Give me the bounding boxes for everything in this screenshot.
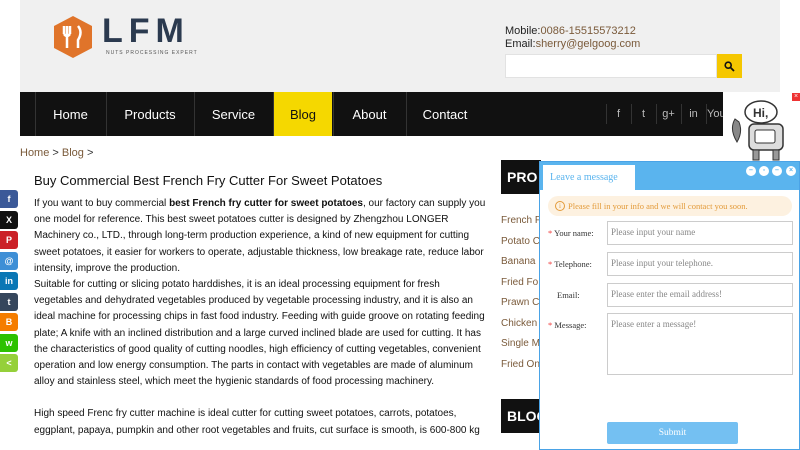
x-icon[interactable]: X [0, 210, 18, 229]
chat-mascot-widget[interactable]: Hi, [725, 94, 800, 164]
sidebar-item[interactable]: Fried On [501, 359, 539, 380]
article-paragraph: If you want to buy commercial best Frenc… [34, 196, 486, 277]
linkedin-icon[interactable]: in [681, 104, 705, 124]
tumblr-icon[interactable]: t [0, 292, 18, 311]
required-mark: * [548, 320, 553, 330]
name-label-text: Your name: [554, 228, 594, 238]
minimize-icon[interactable]: – [746, 166, 756, 176]
breadcrumb-separator: > [83, 147, 94, 159]
sidebar-item[interactable]: French F [501, 215, 539, 236]
close-widget-icon[interactable]: × [792, 93, 800, 101]
twitter-icon[interactable]: t [631, 104, 655, 124]
breadcrumb-home[interactable]: Home [20, 147, 49, 159]
chat-tab-leave-message[interactable]: Leave a message [543, 165, 635, 190]
telephone-field[interactable]: Please input your telephone. [607, 252, 793, 276]
required-mark: * [548, 228, 553, 238]
chat-header: Leave a message – ▫ – × [540, 162, 799, 190]
sidebar-item[interactable]: Banana [501, 256, 539, 277]
page-title: Buy Commercial Best French Fry Cutter Fo… [34, 173, 383, 188]
wechat-icon[interactable]: w [0, 333, 18, 352]
contact-info: Mobile:0086-15515573212 Email:sherry@gel… [505, 25, 640, 51]
article-paragraph: High speed Frenc fry cutter machine is i… [34, 408, 480, 436]
sidebar-item[interactable]: Fried Fo [501, 277, 539, 298]
required-mark: * [548, 259, 553, 269]
social-share-bar: f X P @ in t Bw < [0, 190, 18, 375]
nav-home[interactable]: Home [35, 92, 105, 136]
nav-blog[interactable]: Blog [273, 92, 332, 136]
breadcrumb-blog[interactable]: Blog [62, 147, 84, 159]
site-logo[interactable]: LFM NUTS PROCESSING EXPERT [50, 12, 210, 62]
nav-products[interactable]: Products [106, 92, 193, 136]
site-header: LFM NUTS PROCESSING EXPERT Mobile:0086-1… [20, 0, 780, 92]
leave-message-panel: Leave a message – ▫ – × i Please fill in… [539, 161, 800, 450]
submit-button[interactable]: Submit [607, 422, 738, 444]
article-paragraph: Suitable for cutting or slicing potato h… [34, 279, 485, 388]
nav-contact[interactable]: Contact [406, 92, 483, 136]
pinterest-icon[interactable]: P [0, 231, 18, 249]
telephone-label: * Telephone: [548, 259, 604, 269]
search-button[interactable] [717, 54, 742, 78]
message-label-text: Message: [554, 320, 587, 330]
google-plus-icon[interactable]: g+ [656, 104, 680, 124]
share-icon[interactable]: < [0, 354, 18, 372]
name-field[interactable]: Please input your name [607, 221, 793, 245]
info-icon: i [555, 201, 565, 211]
logo-tagline: NUTS PROCESSING EXPERT [106, 50, 198, 56]
paragraph-bold-text: best French fry cutter for sweet potatoe… [169, 198, 363, 209]
blogger-icon[interactable]: B [0, 313, 18, 331]
youtube-icon[interactable]: You [706, 104, 723, 124]
message-field[interactable]: Please enter a message! [607, 313, 793, 375]
sidebar-item[interactable]: Chicken [501, 318, 539, 339]
email-label: Email: [505, 38, 536, 50]
close-icon[interactable]: × [786, 166, 796, 176]
paragraph-text: , our factory can supply you one model f… [34, 198, 486, 274]
sidebar-item[interactable]: Single M [501, 338, 539, 359]
nav-service[interactable]: Service [194, 92, 272, 136]
name-label: * Your name: [548, 228, 604, 238]
message-label: * Message: [548, 320, 604, 330]
mobile-label: Mobile: [505, 25, 541, 37]
facebook-icon[interactable]: f [0, 190, 18, 208]
sidebar-item[interactable]: Potato C [501, 236, 539, 257]
paragraph-text: If you want to buy commercial [34, 198, 170, 209]
sidebar-item[interactable]: Prawn C [501, 297, 539, 318]
article-body: If you want to buy commercial best Frenc… [34, 196, 486, 439]
restore-icon[interactable]: ▫ [759, 166, 769, 176]
linkedin-icon[interactable]: in [0, 272, 18, 290]
mobile-number[interactable]: 0086-15515573212 [540, 25, 635, 37]
email-field[interactable]: Please enter the email address! [607, 283, 793, 307]
breadcrumb-separator: > [49, 147, 62, 159]
logo-wordmark: LFM [102, 12, 190, 50]
notice-text: Please fill in your info and we will con… [568, 201, 748, 211]
telephone-label-text: Telephone: [554, 259, 592, 269]
nav-about[interactable]: About [333, 92, 405, 136]
maximize-icon[interactable]: – [772, 166, 782, 176]
hi-text: Hi, [753, 106, 768, 120]
email-icon[interactable]: @ [0, 251, 18, 270]
sidebar-products-heading: PRO [501, 160, 541, 194]
chat-notice: i Please fill in your info and we will c… [548, 196, 792, 216]
mascot-icon: Hi, [725, 94, 800, 164]
sidebar-blog-heading: BLOG [501, 399, 541, 433]
email-label: Email: [557, 290, 580, 300]
main-nav: Home Products Service Blog About Contact… [20, 92, 723, 136]
search-icon [724, 60, 735, 72]
facebook-icon[interactable]: f [606, 104, 630, 124]
email-address[interactable]: sherry@gelgoog.com [536, 38, 641, 50]
sidebar-product-list: French F Potato C Banana Fried Fo Prawn … [501, 215, 539, 379]
breadcrumb: Home > Blog > [20, 147, 93, 159]
search-input[interactable] [505, 54, 717, 78]
logo-hexagon-icon [54, 16, 92, 58]
